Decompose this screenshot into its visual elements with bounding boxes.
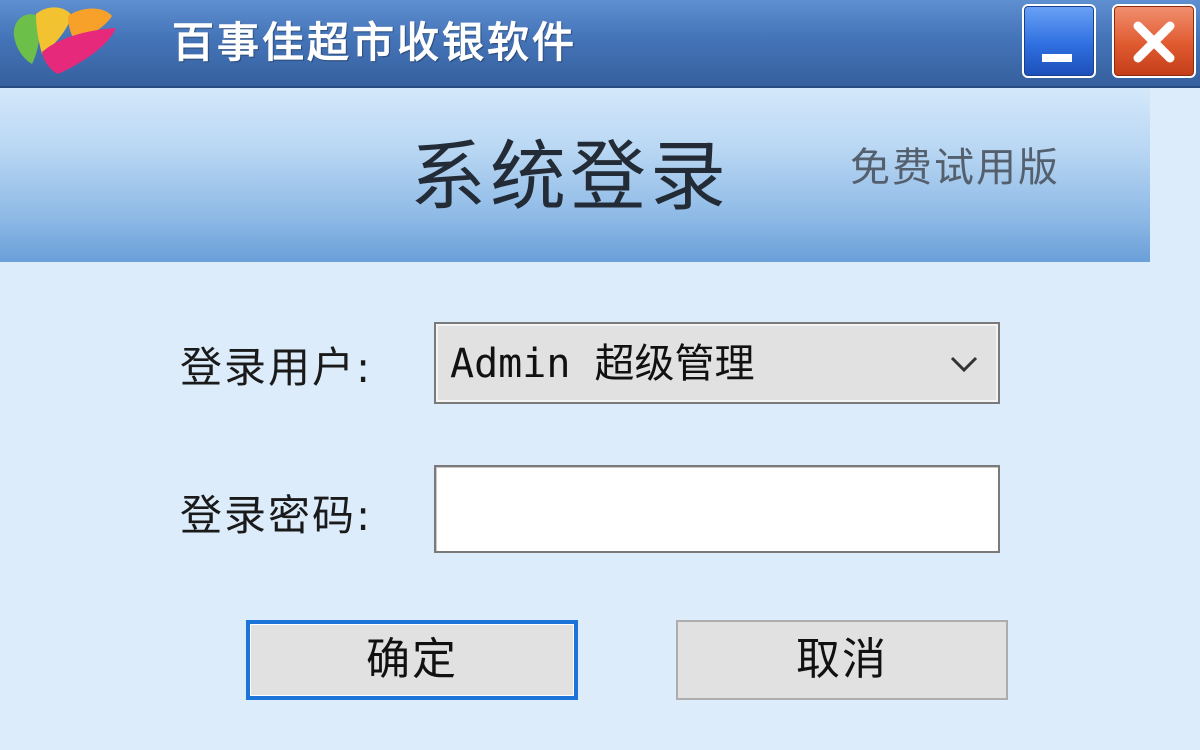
close-icon (1133, 21, 1175, 63)
chevron-down-icon (950, 356, 978, 373)
minimize-button[interactable] (1022, 4, 1096, 78)
close-button[interactable] (1112, 4, 1196, 78)
app-logo-icon (13, 7, 116, 74)
user-select[interactable]: Admin 超级管理 (434, 322, 1000, 404)
confirm-button[interactable]: 确定 (246, 620, 578, 700)
login-window: 百事佳超市收银软件 系统登录 免费试用版 登录用户: Admin 超级管理 登录… (0, 0, 1200, 750)
user-select-value: Admin 超级管理 (450, 341, 755, 387)
password-input[interactable] (434, 465, 1000, 553)
title-bar[interactable]: 百事佳超市收银软件 (0, 0, 1200, 88)
password-label: 登录密码: (180, 491, 373, 540)
cancel-button[interactable]: 取消 (676, 620, 1008, 700)
window-edge (1150, 88, 1200, 750)
edition-label: 免费试用版 (850, 145, 1060, 191)
window-title: 百事佳超市收银软件 (172, 18, 578, 67)
user-label: 登录用户: (180, 343, 373, 392)
minimize-icon (1042, 54, 1072, 62)
login-heading: 系统登录 (410, 132, 730, 221)
